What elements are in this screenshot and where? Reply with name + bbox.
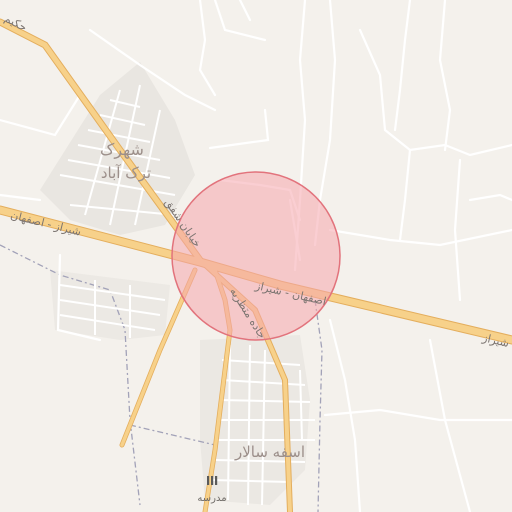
- school-icon-bar: [207, 476, 210, 485]
- label-place-north-2: ترک آباد: [101, 164, 151, 182]
- map-view[interactable]: حکیم شهرک ترک آباد شیراز - اصفهان خیابان…: [0, 0, 512, 512]
- school-icon[interactable]: [207, 476, 218, 485]
- label-poi-school: مدرسه: [197, 493, 226, 504]
- label-place-north: شهرک: [100, 140, 144, 160]
- label-town-south: اسفه سالار: [234, 443, 305, 461]
- map-canvas: حکیم شهرک ترک آباد شیراز - اصفهان خیابان…: [0, 0, 512, 512]
- school-icon-bar: [215, 476, 218, 485]
- school-icon-bar: [211, 476, 214, 485]
